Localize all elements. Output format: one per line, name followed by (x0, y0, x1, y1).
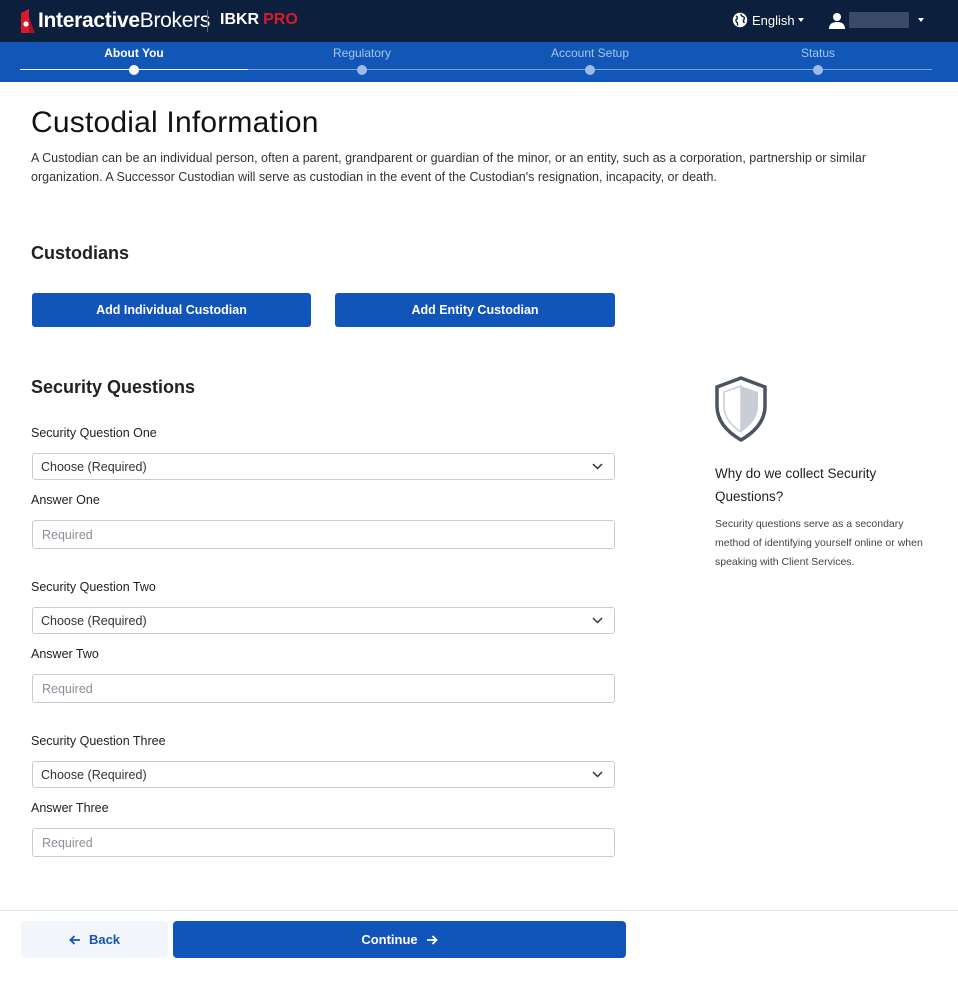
security-question-two-select[interactable]: Choose (Required) (32, 607, 615, 634)
page-title: Custodial Information (31, 106, 319, 139)
back-label: Back (88, 932, 121, 947)
step-regulatory: Regulatory (248, 46, 476, 75)
security-question-three-select[interactable]: Choose (Required) (32, 761, 615, 788)
step-dot (813, 65, 823, 75)
answer-two-input[interactable] (32, 674, 615, 703)
step-dot (129, 65, 139, 75)
step-label: Regulatory (332, 46, 392, 60)
top-bar: InteractiveBrokers IBKR PRO English (0, 0, 958, 42)
answer-one-label: Answer One (31, 493, 100, 507)
brand-name: InteractiveBrokers (38, 9, 211, 32)
shield-icon (715, 376, 767, 442)
globe-icon (732, 12, 748, 28)
info-title: Why do we collect Security Questions? (715, 466, 877, 504)
security-question-three-label: Security Question Three (31, 734, 166, 748)
progress-stepper: About You Regulatory Account Setup Statu… (0, 42, 958, 82)
security-question-one-select[interactable]: Choose (Required) (32, 453, 615, 480)
select-value: Choose (Required) (41, 614, 147, 628)
step-about-you: About You (20, 46, 248, 75)
back-button[interactable]: Back (21, 921, 168, 958)
step-status: Status (704, 46, 932, 75)
chevron-down-icon (592, 771, 603, 778)
security-question-one-label: Security Question One (31, 426, 157, 440)
step-account-setup: Account Setup (476, 46, 704, 75)
chevron-down-icon (592, 463, 603, 470)
product-name: IBKR PRO (220, 11, 298, 28)
select-value: Choose (Required) (41, 460, 147, 474)
language-selector[interactable]: English (732, 10, 804, 30)
step-label: About You (104, 46, 164, 60)
chevron-down-icon (918, 18, 924, 22)
chevron-down-icon (797, 18, 804, 22)
product-tier: PRO (263, 11, 298, 28)
custodians-heading: Custodians (31, 243, 130, 263)
continue-label: Continue (361, 932, 418, 947)
brand-logo[interactable]: InteractiveBrokers (18, 8, 210, 34)
arrow-left-icon (69, 934, 80, 945)
language-label: English (752, 12, 795, 28)
step-dot (357, 65, 367, 75)
chevron-down-icon (592, 617, 603, 624)
arrow-right-icon (426, 934, 438, 945)
add-individual-custodian-button[interactable]: Add Individual Custodian (32, 293, 311, 327)
answer-one-input[interactable] (32, 520, 615, 549)
username-redacted (849, 12, 909, 28)
select-value: Choose (Required) (41, 768, 147, 782)
answer-three-input[interactable] (32, 828, 615, 857)
info-text: Security questions serve as a secondary … (715, 518, 923, 568)
security-question-two-label: Security Question Two (31, 580, 156, 594)
user-icon (829, 12, 845, 29)
brand-divider (207, 10, 208, 32)
step-label: Account Setup (550, 46, 630, 60)
step-label: Status (800, 46, 836, 60)
ib-logo-icon (21, 9, 35, 33)
page-description: A Custodian can be an individual person,… (31, 151, 866, 184)
footer-divider (0, 910, 958, 911)
security-questions-heading: Security Questions (31, 377, 196, 397)
step-dot (585, 65, 595, 75)
continue-button[interactable]: Continue (173, 921, 626, 958)
add-entity-custodian-button[interactable]: Add Entity Custodian (335, 293, 615, 327)
answer-three-label: Answer Three (31, 801, 109, 815)
answer-two-label: Answer Two (31, 647, 99, 661)
user-menu[interactable] (829, 9, 924, 31)
